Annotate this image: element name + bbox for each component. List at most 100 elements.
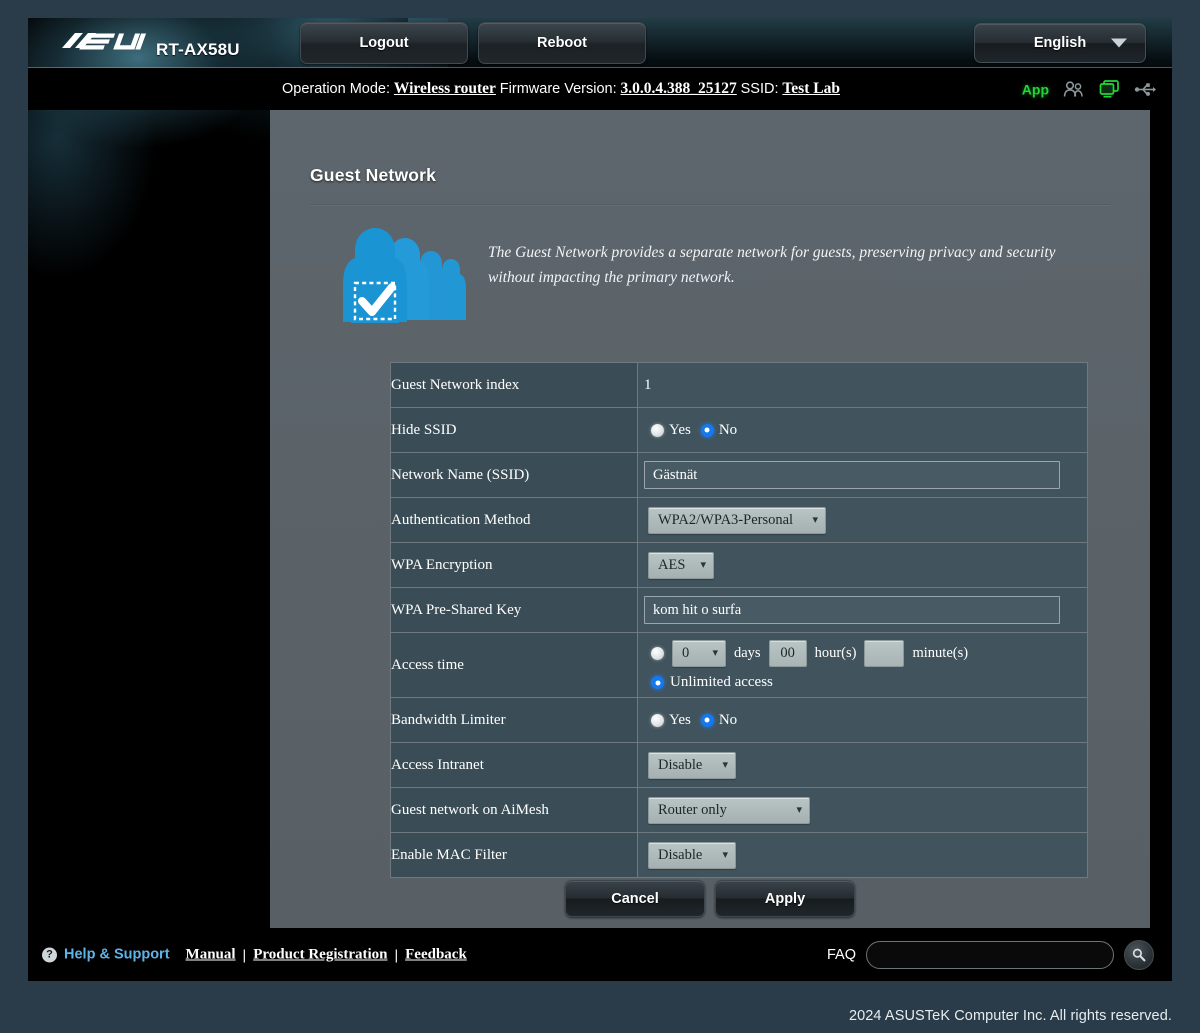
link-separator-1: | [242, 946, 247, 963]
faq-label: FAQ [826, 946, 856, 963]
logout-button[interactable]: Logout [300, 22, 468, 64]
product-registration-link[interactable]: Product Registration [253, 946, 387, 963]
table-row-hide-ssid: Hide SSID Yes No [390, 407, 1088, 453]
access-time-minutes-unit: minute(s) [912, 645, 969, 661]
row-label-hide-ssid: Hide SSID [390, 407, 638, 453]
guest-network-index-value: 1 [644, 376, 652, 393]
help-question-icon[interactable]: ? [42, 947, 57, 962]
table-row-enable-mac-filter: Enable MAC Filter Disable ▾ [390, 832, 1088, 878]
radio-unselected-icon [651, 423, 664, 437]
usb-icon[interactable] [1134, 81, 1156, 97]
content-panel: Guest Network The Guest Network provides… [270, 110, 1150, 948]
table-row-guest-network-aimesh: Guest network on AiMesh Router only ▾ [390, 787, 1088, 833]
row-label-encryption: WPA Encryption [390, 542, 638, 588]
wpa-encryption-select[interactable]: AES ▾ [648, 551, 714, 579]
link-separator-2: | [394, 946, 399, 963]
row-label-bandwidth: Bandwidth Limiter [390, 697, 638, 743]
table-row-guest-network-index: Guest Network index 1 [390, 362, 1088, 408]
guest-network-settings-table: Guest Network index 1 Hide SSID Yes No N… [390, 362, 1088, 878]
router-model-name: RT-AX58U [156, 40, 240, 59]
router-admin-window: RT-AX58U Logout Reboot English Operation… [28, 18, 1172, 981]
aimesh-users-icon[interactable] [1063, 80, 1085, 98]
row-label-ssid: Network Name (SSID) [390, 452, 638, 498]
operation-mode-link[interactable]: Wireless router [394, 80, 496, 97]
bandwidth-limiter-radio-no[interactable]: No [700, 712, 737, 729]
asus-logo[interactable] [62, 30, 150, 52]
authentication-method-value: WPA2/WPA3-Personal [658, 511, 794, 528]
table-row-bandwidth-limiter: Bandwidth Limiter Yes No [390, 697, 1088, 743]
manual-link[interactable]: Manual [186, 946, 236, 963]
app-text-icon[interactable]: App [1022, 81, 1049, 97]
table-row-authentication-method: Authentication Method WPA2/WPA3-Personal… [390, 497, 1088, 543]
table-row-wpa-encryption: WPA Encryption AES ▾ [390, 542, 1088, 588]
radio-selected-icon [651, 676, 664, 689]
table-row-network-name: Network Name (SSID) [390, 452, 1088, 498]
top-bar: RT-AX58U Logout Reboot English [28, 18, 1172, 68]
operation-mode-label: Operation Mode: [282, 81, 391, 97]
row-label-mac-filter: Enable MAC Filter [390, 832, 638, 878]
access-intranet-value: Disable [658, 756, 703, 773]
firmware-version-label: Firmware Version: [499, 81, 617, 97]
authentication-method-select[interactable]: WPA2/WPA3-Personal ▾ [648, 506, 826, 534]
access-time-limited-radio[interactable] [651, 647, 664, 660]
language-selector[interactable]: English [974, 23, 1146, 63]
row-label-index: Guest Network index [390, 362, 638, 408]
reboot-button[interactable]: Reboot [478, 22, 646, 64]
guest-users-check-icon [338, 222, 466, 330]
info-bar-text: Operation Mode: Wireless router Firmware… [282, 80, 840, 98]
guest-network-aimesh-select[interactable]: Router only ▾ [648, 796, 810, 824]
description-block: The Guest Network provides a separate ne… [310, 218, 1110, 338]
access-time-controls: 0 ▾ days hour(s) minute(s) [638, 633, 1087, 697]
access-time-hours-unit: hour(s) [814, 645, 857, 661]
access-time-unlimited-option[interactable]: Unlimited access [651, 674, 1087, 691]
row-label-access-time: Access time [390, 632, 638, 698]
radio-selected-icon [700, 713, 714, 727]
help-support-label[interactable]: Help & Support [64, 947, 170, 963]
table-row-access-time: Access time 0 ▾ days 00 hour(s) minute(s… [390, 632, 1088, 698]
ssid-link[interactable]: Test Lab [782, 80, 840, 97]
access-time-days-select[interactable]: 0 ▾ [672, 640, 726, 667]
action-buttons: Cancel Apply [270, 880, 1150, 917]
chevron-down-icon: ▾ [722, 758, 728, 771]
row-label-intranet: Access Intranet [390, 742, 638, 788]
faq-search-button[interactable] [1124, 939, 1154, 970]
chevron-down-icon: ▾ [796, 803, 802, 816]
enable-mac-filter-select[interactable]: Disable ▾ [648, 841, 736, 869]
enable-mac-filter-value: Disable [658, 846, 703, 863]
hide-ssid-radio-no[interactable]: No [700, 422, 737, 439]
firmware-version-link[interactable]: 3.0.0.4.388_25127 [621, 80, 737, 97]
monitor-icon[interactable] [1099, 80, 1120, 99]
access-intranet-select[interactable]: Disable ▾ [648, 751, 736, 779]
info-bar-icons: App [1022, 80, 1156, 99]
top-bar-divider [28, 67, 1172, 68]
hide-ssid-radio-yes[interactable]: Yes [651, 422, 691, 439]
chevron-down-icon: ▾ [712, 647, 718, 659]
ssid-label: SSID: [740, 81, 779, 97]
page-title: Guest Network [310, 165, 437, 185]
cancel-button[interactable]: Cancel [565, 880, 705, 917]
feedback-link[interactable]: Feedback [405, 946, 467, 963]
network-name-input[interactable] [644, 461, 1060, 489]
radio-selected-icon [700, 423, 714, 437]
chevron-down-icon [1111, 38, 1127, 48]
radio-unselected-icon [651, 713, 664, 727]
info-bar: Operation Mode: Wireless router Firmware… [28, 68, 1172, 110]
chevron-down-icon: ▾ [722, 848, 728, 861]
bandwidth-limiter-radio-group: Yes No [638, 712, 737, 729]
table-row-access-intranet: Access Intranet Disable ▾ [390, 742, 1088, 788]
access-time-hours-input[interactable] [768, 640, 807, 667]
row-label-psk: WPA Pre-Shared Key [390, 587, 638, 633]
access-time-minutes-input[interactable] [864, 640, 905, 667]
copyright-text: 2024 ASUSTeK Computer Inc. All rights re… [848, 1008, 1172, 1024]
wpa-pre-shared-key-input[interactable] [644, 596, 1060, 624]
help-links: ? Help & Support Manual | Product Regist… [42, 946, 467, 963]
access-time-unlimited-label: Unlimited access [670, 674, 773, 690]
faq-search-input[interactable] [866, 940, 1114, 969]
table-row-wpa-pre-shared-key: WPA Pre-Shared Key [390, 587, 1088, 633]
chevron-down-icon: ▾ [700, 558, 706, 571]
content-panel-inner: Guest Network The Guest Network provides… [270, 110, 1150, 948]
apply-button[interactable]: Apply [715, 880, 855, 917]
language-selector-label: English [1033, 35, 1087, 51]
access-time-days-unit: days [734, 645, 761, 661]
bandwidth-limiter-radio-yes[interactable]: Yes [651, 712, 691, 729]
